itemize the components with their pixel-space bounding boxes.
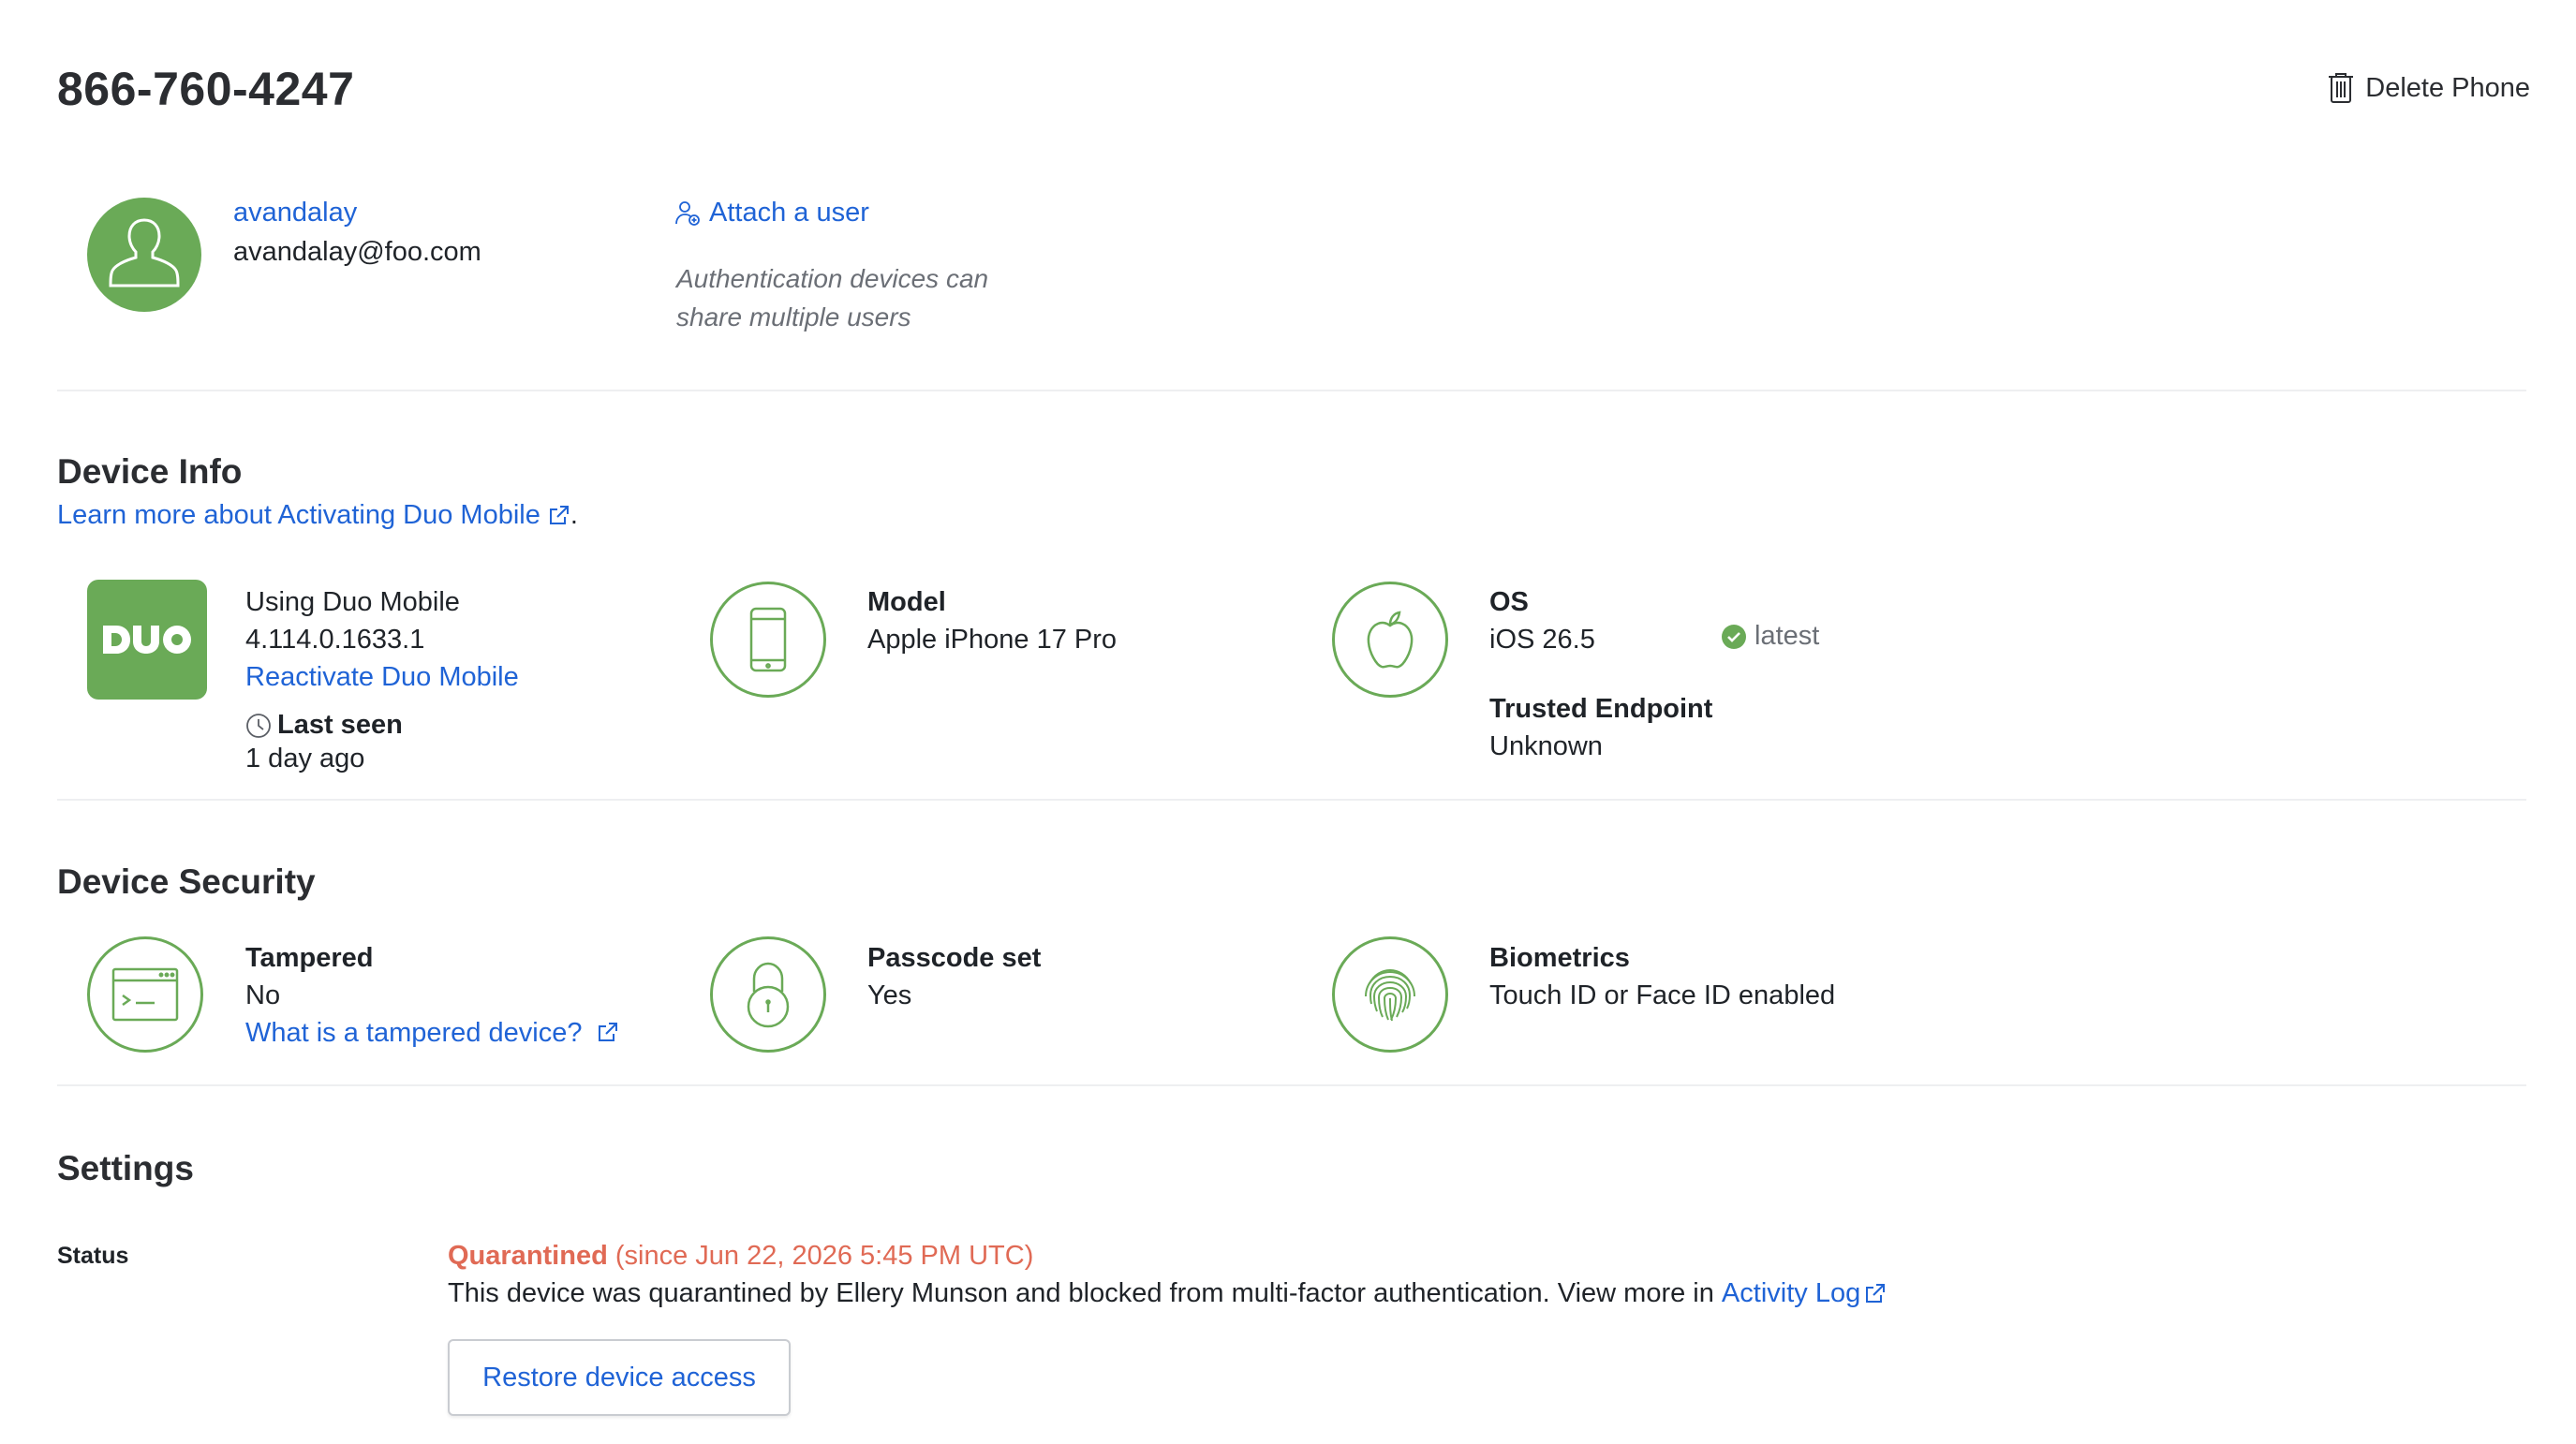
passcode-label: Passcode set [867,943,1042,973]
status-label: Status [57,1243,129,1269]
os-value: iOS 26.5 [1489,625,1595,655]
learn-more-link[interactable]: Learn more about Activating Duo Mobile [57,500,540,531]
model-value: Apple iPhone 17 Pro [867,625,1118,655]
trusted-endpoint-value: Unknown [1489,731,1603,761]
trusted-endpoint-info: Trusted Endpoint Unknown [1489,690,1712,765]
attach-user-label: Attach a user [709,198,869,228]
tampered-link-row: What is a tampered device? [245,1014,619,1052]
fingerprint-icon-circle [1332,936,1448,1053]
last-seen-row: Last seen [245,710,519,741]
apple-icon-circle [1332,582,1448,698]
device-info-heading: Device Info [57,452,243,491]
duo-app-info: Using Duo Mobile 4.114.0.1633.1 Reactiva… [245,583,519,776]
learn-more-row: Learn more about Activating Duo Mobile . [57,500,578,531]
phone-icon [749,607,787,672]
user-email: avandalay@foo.com [233,237,481,267]
avatar [87,198,201,312]
app-name: Using Duo Mobile [245,587,460,617]
passcode-value: Yes [867,980,912,1010]
os-info: OS iOS 26.5 [1489,583,1595,658]
biometrics-label: Biometrics [1489,943,1630,973]
terminal-window-icon [111,967,179,1022]
user-silhouette-icon [109,218,180,287]
status-value: Quarantined [448,1241,608,1271]
username-link[interactable]: avandalay [233,198,357,228]
check-circle-icon [1722,624,1746,649]
quarantine-text: This device was quarantined by Ellery Mu… [448,1278,1722,1308]
attach-help-text: Authentication devices can share multipl… [676,264,989,332]
divider [57,390,2526,391]
tampered-label: Tampered [245,943,374,973]
clock-icon [246,713,271,738]
activity-log-link[interactable]: Activity Log [1722,1278,1860,1309]
restore-device-access-button[interactable]: Restore device access [448,1339,791,1416]
attach-user-link[interactable]: Attach a user [674,198,869,228]
trash-icon [2329,73,2354,103]
device-security-heading: Device Security [57,862,316,901]
quarantine-description: This device was quarantined by Ellery Mu… [448,1278,1887,1309]
delete-phone-label: Delete Phone [2365,72,2530,103]
delete-phone-button[interactable]: Delete Phone [2326,71,2530,105]
external-link-icon [599,1023,618,1041]
last-seen-value: 1 day ago [245,744,365,774]
passcode-info: Passcode set Yes [867,939,1041,1014]
last-seen-label: Last seen [277,710,403,740]
os-label: OS [1489,587,1529,617]
learn-more-suffix: . [570,500,578,530]
external-link-icon [549,505,569,524]
model-info: Model Apple iPhone 17 Pro [867,583,1117,658]
padlock-icon [747,962,790,1028]
app-version: 4.114.0.1633.1 [245,625,425,655]
fingerprint-icon [1365,968,1415,1022]
page-title: 866-760-4247 [57,63,355,115]
tampered-value: No [245,980,281,1010]
os-latest-badge: latest [1721,621,1819,652]
external-link-icon [1866,1283,1886,1303]
lock-icon-circle [710,936,826,1053]
reactivate-duo-link[interactable]: Reactivate Duo Mobile [245,658,519,696]
attach-user-icon [675,200,700,226]
phone-icon-circle [710,582,826,698]
settings-heading: Settings [57,1149,194,1187]
status-since: (since Jun 22, 2026 5:45 PM UTC) [607,1241,1034,1271]
duo-mobile-logo-icon [87,580,207,700]
status-badge: Quarantined (since Jun 22, 2026 5:45 PM … [448,1241,1033,1272]
divider [57,1084,2526,1086]
trusted-endpoint-label: Trusted Endpoint [1489,694,1713,724]
model-label: Model [867,587,946,617]
tampered-device-link[interactable]: What is a tampered device? [245,1014,582,1052]
tampered-info: Tampered No What is a tampered device? [245,939,619,1052]
biometrics-info: Biometrics Touch ID or Face ID enabled [1489,939,1835,1014]
terminal-icon-circle [87,936,203,1053]
apple-icon [1367,611,1414,669]
divider [57,799,2526,801]
biometrics-value: Touch ID or Face ID enabled [1489,980,1836,1010]
os-latest-label: latest [1754,621,1820,651]
